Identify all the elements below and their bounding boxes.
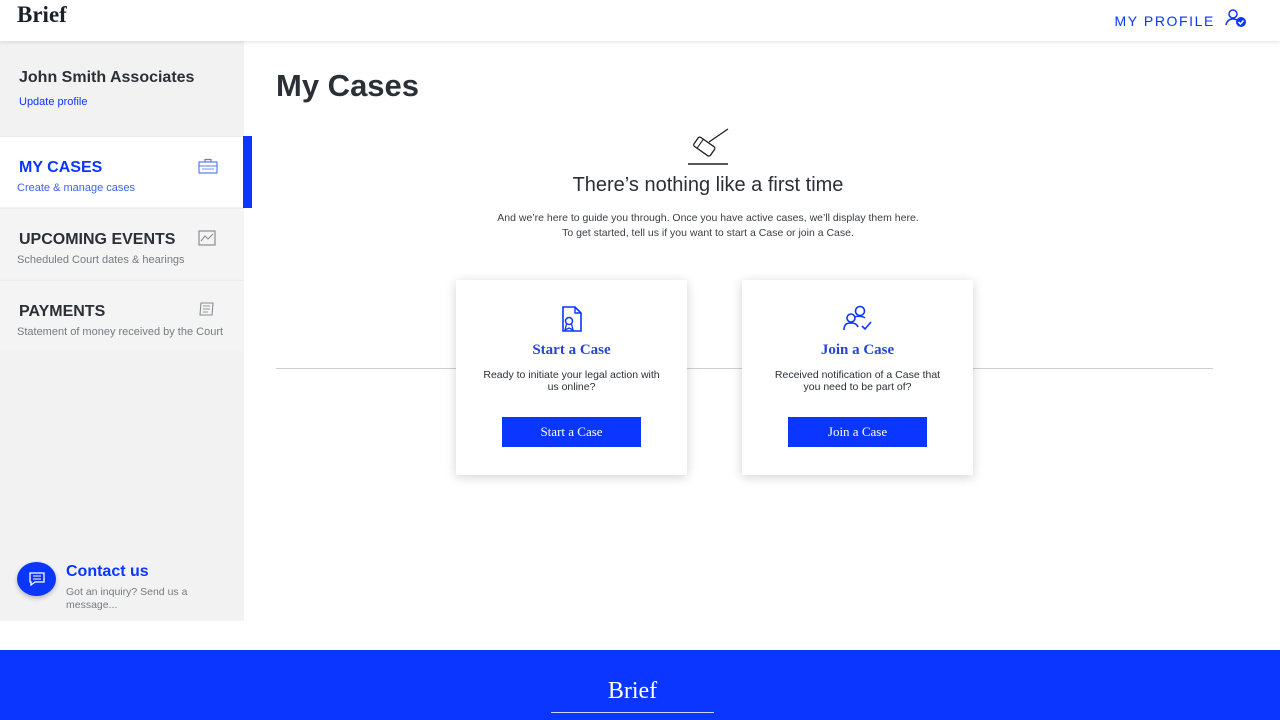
sidebar-item-subtitle: Create & manage cases <box>17 182 136 194</box>
sidebar-item-title: MY CASES <box>19 159 103 176</box>
sidebar-item-title: PAYMENTS <box>19 303 106 320</box>
card-description: Received notification of a Case that you… <box>774 369 941 393</box>
sidebar-item-payments[interactable]: PAYMENTS Statement of money received by … <box>0 280 244 351</box>
empty-state-title: There’s nothing like a first time <box>572 174 844 196</box>
card-title: Join a Case <box>820 342 895 358</box>
sidebar-item-subtitle: Scheduled Court dates & hearings <box>17 254 185 266</box>
user-check-icon <box>1225 8 1247 33</box>
footer-underline <box>551 712 714 713</box>
empty-state-line-1: And we’re here to guide you through. Onc… <box>497 212 919 224</box>
join-case-button[interactable]: Join a Case <box>788 417 927 447</box>
brand-logo[interactable]: Brief <box>17 2 67 28</box>
page-title: My Cases <box>276 68 420 103</box>
card-description: Ready to initiate your legal action with… <box>483 369 660 393</box>
sidebar-item-my-cases[interactable]: MY CASES Create & manage cases <box>0 136 244 207</box>
sidebar-item-upcoming-events[interactable]: UPCOMING EVENTS Scheduled Court dates & … <box>0 208 244 279</box>
update-profile-link[interactable]: Update profile <box>19 96 88 108</box>
gavel-icon <box>686 127 730 172</box>
account-name: John Smith Associates <box>19 69 195 86</box>
receipt-icon <box>198 302 216 321</box>
empty-state-description: And we’re here to guide you through. Onc… <box>436 211 980 241</box>
top-bar: Brief MY PROFILE <box>0 0 1280 41</box>
start-case-button[interactable]: Start a Case <box>502 417 641 447</box>
my-profile-link[interactable]: MY PROFILE <box>1114 8 1247 33</box>
sidebar-item-subtitle: Statement of money received by the Court <box>17 326 224 338</box>
account-section: John Smith Associates Update profile <box>0 41 244 136</box>
sidebar-item-title: UPCOMING EVENTS <box>19 231 176 248</box>
contact-us[interactable]: Contact us Got an inquiry? Send us a mes… <box>17 562 237 622</box>
start-case-card: Start a Case Ready to initiate your lega… <box>456 280 687 475</box>
users-check-icon <box>742 305 973 338</box>
active-indicator <box>243 136 252 208</box>
contact-title[interactable]: Contact us <box>66 563 149 581</box>
empty-state-line-2: To get started, tell us if you want to s… <box>562 227 854 239</box>
card-title: Start a Case <box>532 342 611 358</box>
contact-subtitle: Got an inquiry? Send us a message... <box>66 586 188 611</box>
chat-icon[interactable] <box>17 562 56 596</box>
briefcase-icon <box>198 158 218 179</box>
sidebar: John Smith Associates Update profile MY … <box>0 41 252 622</box>
footer-logo[interactable]: Brief <box>551 678 714 705</box>
join-case-card: Join a Case Received notification of a C… <box>742 280 973 475</box>
my-profile-label: MY PROFILE <box>1114 12 1215 29</box>
calendar-icon <box>198 230 216 251</box>
footer: Brief <box>0 650 1280 720</box>
document-certificate-icon <box>456 305 687 338</box>
